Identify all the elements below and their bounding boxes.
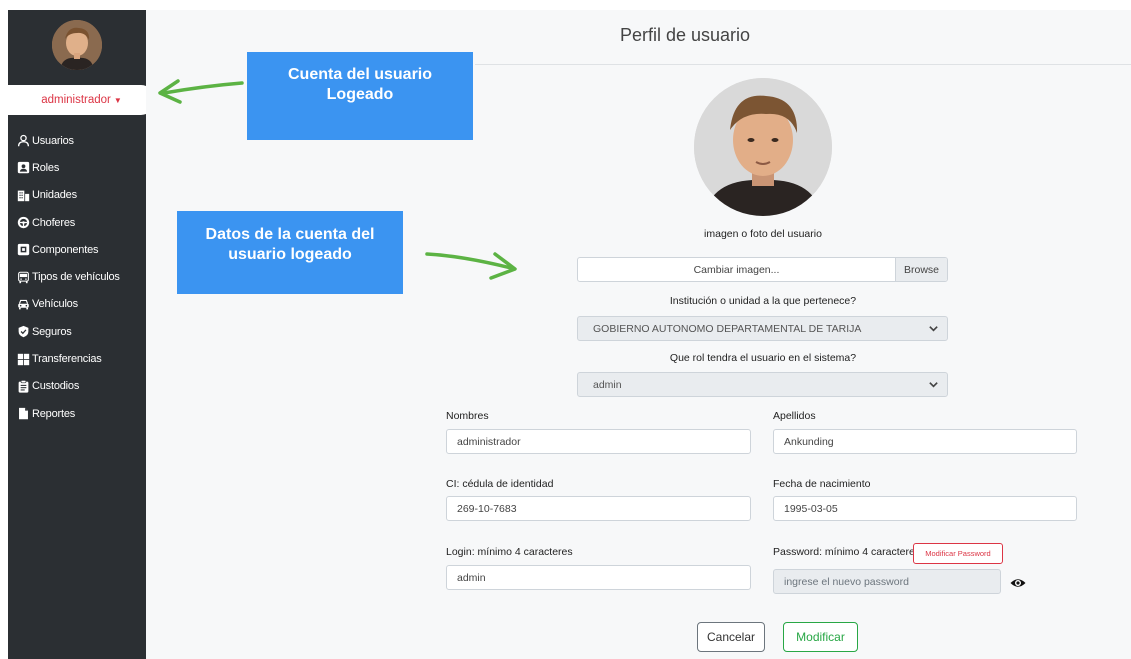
institution-select-value: GOBIERNO AUTONOMO DEPARTAMENTAL DE TARIJ… [593,322,862,335]
user-icon [16,134,30,148]
apellidos-input[interactable]: Ankunding [773,429,1077,454]
app-root: administrador ▼ Usuarios Roles Unidades … [0,0,1131,659]
nombres-label: Nombres [446,410,489,422]
file-icon [16,407,30,421]
sidebar-item-reportes[interactable]: Reportes [16,400,146,427]
login-input[interactable]: admin [446,565,751,590]
annotation-account-data: Datos de la cuenta del usuario logeado [177,211,403,294]
sidebar-item-label: Usuarios [32,134,74,147]
profile-photo [694,78,832,216]
sidebar-item-label: Unidades [32,189,77,202]
sidebar-item-label: Reportes [32,407,76,420]
modify-button[interactable]: Modificar [783,622,858,652]
profile-portrait [694,78,832,216]
sidebar-item-custodios[interactable]: Custodios [16,373,146,400]
login-label: Login: mínimo 4 caracteres [446,546,573,558]
sidebar-item-tipos-vehiculos[interactable]: Tipos de vehículos [16,263,146,290]
grid-icon [16,352,30,366]
sidebar-item-label: Transferencias [32,353,102,366]
sidebar-item-seguros[interactable]: Seguros [16,318,146,345]
role-label: Que rol tendra el usuario en el sistema? [669,352,857,364]
ci-input[interactable]: 269-10-7683 [446,496,751,521]
password-input[interactable]: ingrese el nuevo password [773,569,1001,594]
photo-label: imagen o foto del usuario [704,228,822,240]
annotation-arrow-left [158,79,244,104]
apellidos-label: Apellidos [773,410,816,422]
sidebar-avatar[interactable] [52,20,102,70]
page-title: Perfil de usuario [619,25,751,45]
steering-wheel-icon [16,216,30,230]
sidebar-item-label: Vehículos [32,298,78,311]
caret-down-icon: ▼ [113,95,122,105]
modify-password-button[interactable]: Modificar Password [913,543,1003,564]
title-divider [475,64,1131,65]
role-select[interactable]: admin [577,372,948,397]
fecha-nacimiento-input[interactable]: 1995-03-05 [773,496,1077,521]
annotation-line: usuario logeado [228,245,352,263]
file-input-placeholder: Cambiar imagen... [693,263,780,276]
role-select-value: admin [593,378,622,391]
institution-select[interactable]: GOBIERNO AUTONOMO DEPARTAMENTAL DE TARIJ… [577,316,948,341]
fecha-nacimiento-label: Fecha de nacimiento [773,478,871,490]
sidebar-item-componentes[interactable]: Componentes [16,236,146,263]
annotation-line: Logeado [326,86,394,103]
annotation-line: Cuenta del usuario [287,66,433,83]
sidebar-menu: Usuarios Roles Unidades Choferes Compone… [16,127,146,427]
eye-icon[interactable] [1010,575,1026,591]
sidebar-item-vehiculos[interactable]: Vehículos [16,291,146,318]
sidebar-item-transferencias[interactable]: Transferencias [16,345,146,372]
chevron-down-icon [929,326,938,332]
cancel-button[interactable]: Cancelar [697,622,765,652]
component-icon [16,243,30,257]
annotation-arrow-right [425,252,517,280]
sidebar-item-roles[interactable]: Roles [16,154,146,181]
chevron-down-icon [929,382,938,388]
sidebar-item-choferes[interactable]: Choferes [16,209,146,236]
sidebar-item-label: Tipos de vehículos [32,271,120,284]
avatar-portrait [52,20,102,70]
sidebar-item-label: Seguros [32,325,72,338]
clipboard-icon [16,379,30,393]
annotation-line: Datos de la cuenta del [205,225,375,243]
user-dropdown[interactable]: administrador ▼ [8,85,155,115]
sidebar-item-label: Componentes [32,243,99,256]
nombres-input[interactable]: administrador [446,429,751,454]
id-card-icon [16,161,30,175]
institution-label: Institución o unidad a la que pertenece? [669,295,857,307]
shield-check-icon [16,325,30,339]
sidebar-item-label: Choferes [32,216,76,229]
building-icon [16,188,30,202]
sidebar: administrador ▼ Usuarios Roles Unidades … [8,10,155,659]
password-label: Password: mínimo 4 caracteres [773,546,921,558]
user-name: administrador [41,94,111,106]
sidebar-item-usuarios[interactable]: Usuarios [16,127,146,154]
sidebar-item-unidades[interactable]: Unidades [16,182,146,209]
annotation-logged-account: Cuenta del usuario Logeado [247,52,473,140]
ci-label: CI: cédula de identidad [446,478,554,490]
car-icon [16,297,30,311]
sidebar-item-label: Roles [32,161,60,174]
browse-button[interactable]: Browse [895,258,947,281]
sidebar-item-label: Custodios [32,380,80,393]
bus-icon [16,270,30,284]
change-image-file-input[interactable]: Cambiar imagen... Browse [577,257,948,282]
